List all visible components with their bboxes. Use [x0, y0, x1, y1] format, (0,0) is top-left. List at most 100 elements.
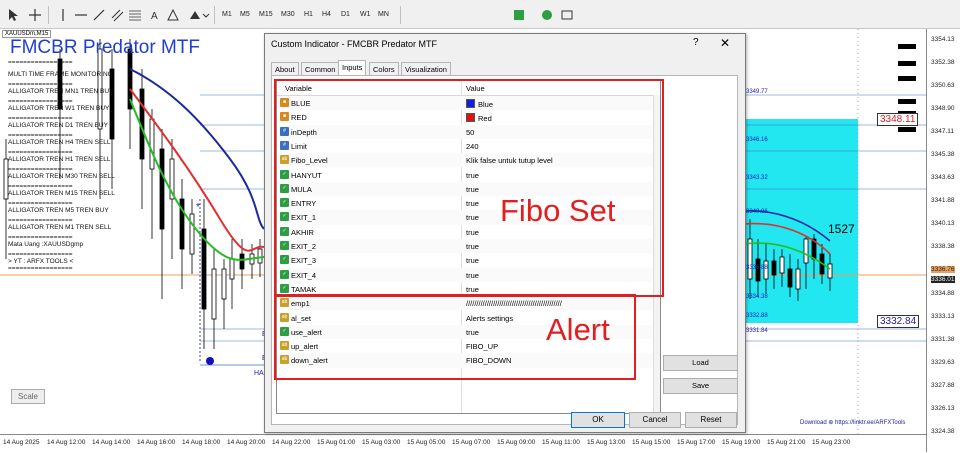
time-tick: 14 Aug 22:00: [272, 439, 311, 446]
price-tick: 3338.38: [931, 243, 955, 250]
timeframe-w1[interactable]: W1: [358, 8, 373, 22]
price-tick: 3324.38: [931, 428, 955, 435]
timeframe-h1[interactable]: H1: [302, 8, 315, 22]
download-link[interactable]: Download ⊕ https://linktr.ee/ARFXTools: [800, 419, 905, 426]
crosshair-icon[interactable]: [28, 8, 42, 22]
trendline-icon[interactable]: [92, 8, 106, 22]
low-price-box: 3332.84: [877, 315, 920, 328]
time-tick: 15 Aug 03:00: [362, 439, 401, 446]
reset-button[interactable]: Reset: [685, 412, 737, 428]
close-icon[interactable]: ✕: [720, 36, 730, 50]
channel-icon[interactable]: [110, 8, 124, 22]
price-tick: 3334.88: [931, 290, 955, 297]
price-tick: 3333.13: [931, 313, 955, 320]
timeframe-h4[interactable]: H4: [320, 8, 333, 22]
time-tick: 14 Aug 18:00: [182, 439, 221, 446]
fibo-label: 3332.88: [746, 313, 768, 319]
info-line: ALLIGATOR TREN M5 TREN BUY: [8, 207, 109, 214]
fibo-label: 3343.32: [746, 175, 768, 181]
info-line: =================: [8, 200, 73, 207]
tab-inputs[interactable]: Inputs: [338, 60, 367, 76]
info-line: =================: [8, 183, 73, 190]
toolbar: A M1 M5 M15 M30 H1 H4 D1 W1 MN: [0, 0, 960, 29]
info-line: Mata Uang :XAUUSDgmp: [8, 241, 84, 248]
timeframe-m5[interactable]: M5: [238, 8, 252, 22]
info-line: > YT : ARFX TOOLS <: [8, 258, 74, 265]
market-watch-icon[interactable]: [560, 8, 574, 22]
timeframe-m30[interactable]: M30: [279, 8, 297, 22]
tab-common[interactable]: Common: [301, 62, 340, 76]
info-line: ALLIGATOR TREN W1 TREN BUY: [8, 105, 110, 112]
fibo-label: 3334.38: [746, 294, 768, 300]
fibo-set-annotation: Fibo Set: [500, 193, 616, 228]
cancel-button[interactable]: Cancel: [629, 412, 681, 428]
time-tick: 15 Aug 07:00: [452, 439, 491, 446]
time-tick: 15 Aug 01:00: [317, 439, 356, 446]
indicator-title: FMCBR Predator MTF: [10, 37, 201, 58]
tab-about[interactable]: About: [271, 62, 299, 76]
info-line: =================: [8, 234, 73, 241]
svg-text:A: A: [151, 11, 158, 22]
time-tick: 14 Aug 20:00: [227, 439, 266, 446]
shapes-icon[interactable]: [166, 8, 180, 22]
new-order-icon[interactable]: [512, 8, 526, 22]
time-tick: 15 Aug 17:00: [677, 439, 716, 446]
vertical-line-icon[interactable]: [56, 8, 70, 22]
info-line: ALLIGATOR TREN M1 TREN SELL: [8, 224, 112, 231]
time-tick: 14 Aug 14:00: [92, 439, 131, 446]
price-tick: 3347.11: [931, 128, 955, 135]
algo-trading-icon[interactable]: [540, 8, 554, 22]
tab-visualization[interactable]: Visualization: [401, 62, 451, 76]
svg-text:*: *: [196, 202, 200, 213]
price-tick: 3343.63: [931, 174, 955, 181]
info-line: =================: [8, 149, 73, 156]
time-tick: 15 Aug 19:00: [722, 439, 761, 446]
price-tick: 3352.38: [931, 59, 955, 66]
timeframe-mn[interactable]: MN: [376, 8, 391, 22]
text-tool-icon[interactable]: A: [148, 8, 162, 22]
help-button[interactable]: ?: [693, 37, 699, 48]
alert-annotation: Alert: [546, 312, 610, 347]
fibo-set-highlight: [274, 79, 664, 297]
info-line: ALLIGATOR TREN H4 TREN SELL: [8, 139, 111, 146]
save-button[interactable]: Save: [663, 378, 738, 394]
price-tick: 3354.13: [931, 36, 955, 43]
time-tick: 14 Aug 2025: [3, 439, 40, 446]
fibonacci-icon[interactable]: [128, 8, 142, 22]
counter-value: 1527: [828, 222, 855, 236]
arrows-dropdown-icon[interactable]: [188, 8, 210, 22]
ma-red: [129, 88, 265, 252]
time-tick: 15 Aug 05:00: [407, 439, 446, 446]
price-tick: 3348.90: [931, 105, 955, 112]
scale-button[interactable]: Scale: [11, 389, 45, 404]
info-line: =================: [8, 217, 73, 224]
dialog-title: Custom Indicator - FMCBR Predator MTF: [271, 39, 438, 49]
info-line: =================: [8, 98, 73, 105]
load-button[interactable]: Load: [663, 355, 738, 371]
price-tick: 3350.63: [931, 82, 955, 89]
ok-button[interactable]: OK: [571, 412, 625, 428]
info-line: ALLIGATOR TREN M30 TREN SELL: [8, 173, 115, 180]
time-tick: 15 Aug 15:00: [632, 439, 671, 446]
timeframe-d1[interactable]: D1: [339, 8, 352, 22]
fibo-label: 3340.96: [746, 209, 768, 215]
tab-colors[interactable]: Colors: [369, 62, 399, 76]
horizontal-line-icon[interactable]: [74, 8, 88, 22]
signal-dot: [206, 357, 214, 365]
price-tick: 3329.63: [931, 359, 955, 366]
cursor-icon[interactable]: [6, 8, 20, 22]
time-tick: 15 Aug 13:00: [587, 439, 626, 446]
info-line: =================: [8, 115, 73, 122]
info-line: =================: [8, 166, 73, 173]
timeframe-m1[interactable]: M1: [220, 8, 234, 22]
price-tick: 3340.13: [931, 220, 955, 227]
fibo-label: 3349.77: [746, 89, 768, 95]
info-line: =================: [8, 59, 73, 66]
level-letter: HA: [254, 370, 264, 377]
info-line: ALLIGATOR TREN MN1 TREN BUY: [8, 88, 114, 95]
toolbar-divider: [214, 6, 215, 24]
time-tick: 14 Aug 16:00: [137, 439, 176, 446]
info-line: ALLIGATOR TREN M15 TREN SELL: [8, 190, 115, 197]
timeframe-m15[interactable]: M15: [257, 8, 275, 22]
price-tick: 3345.38: [931, 151, 955, 158]
